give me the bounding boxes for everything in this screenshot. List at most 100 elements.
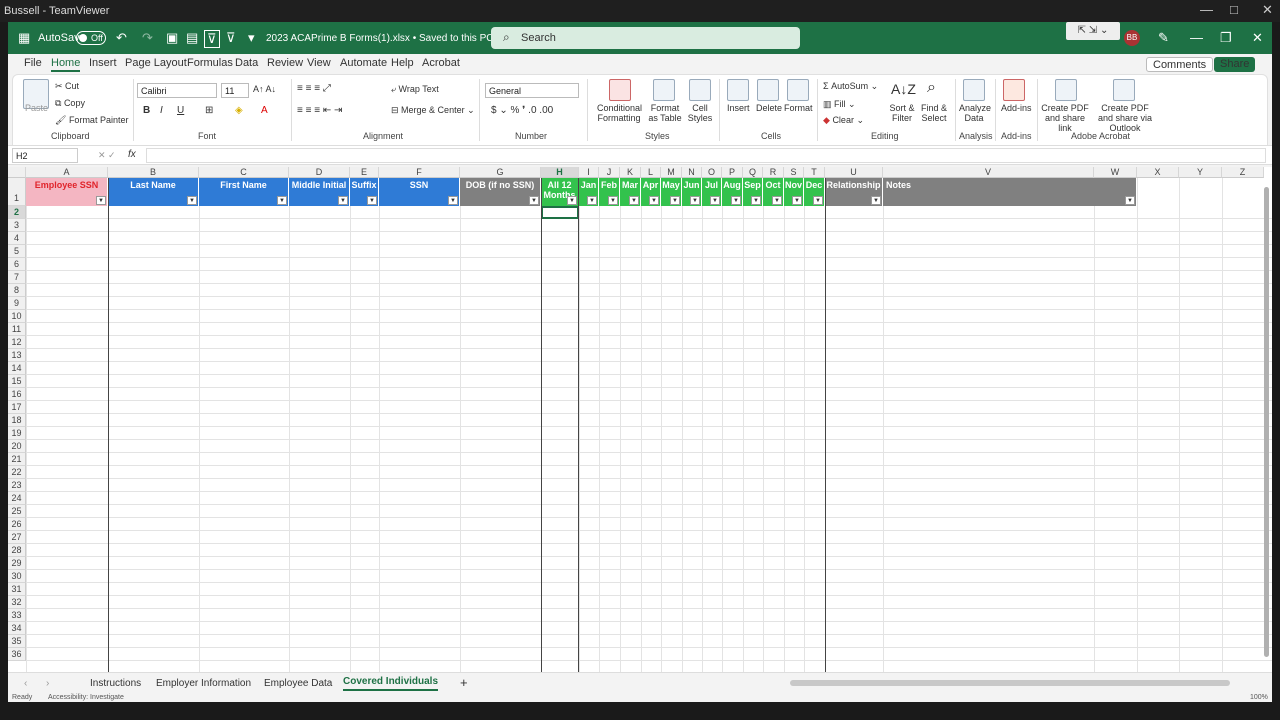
format-cells-icon[interactable] [787, 79, 809, 101]
conditional-formatting-button[interactable]: Conditional Formatting [597, 103, 642, 123]
table-row[interactable] [26, 583, 1272, 596]
row-header[interactable]: 6 [8, 258, 26, 271]
create-pdf-share-button[interactable]: Create PDF and share link [1039, 103, 1091, 133]
pdf-share-icon[interactable] [1055, 79, 1077, 101]
table-header-cell[interactable]: Middle Initial ▼ [289, 178, 350, 206]
autosave-toggle[interactable]: Off [76, 31, 106, 45]
tab-data[interactable]: Data [235, 57, 258, 69]
fill-button[interactable]: ▥ Fill ⌄ [823, 99, 856, 110]
form-icon[interactable]: ▤ [186, 30, 198, 46]
sort-filter-button[interactable]: Sort & Filter [887, 103, 917, 123]
format-painter-button[interactable]: 🖌 Format Painter [55, 115, 128, 126]
teamviewer-controls[interactable]: ⇱ ⇲ ⌄ [1066, 22, 1120, 40]
tab-automate[interactable]: Automate [340, 57, 387, 69]
row-header[interactable]: 26 [8, 518, 26, 531]
filter-dropdown-icon[interactable]: ▼ [367, 196, 377, 205]
table-header-cell[interactable]: SSN ▼ [379, 178, 460, 206]
table-row[interactable] [26, 570, 1272, 583]
fx-icon[interactable]: fx [128, 149, 136, 160]
number-format-select[interactable]: General [485, 83, 579, 98]
column-header[interactable]: M [661, 167, 682, 178]
row-header[interactable]: 8 [8, 284, 26, 297]
table-header-cell[interactable]: Relationship ▼ [825, 178, 883, 206]
table-row[interactable] [26, 414, 1272, 427]
column-header[interactable]: W [1094, 167, 1137, 178]
clear-filter-icon[interactable]: ⊽ [226, 30, 236, 46]
align-top-icons[interactable]: ≡ ≡ ≡ ⤢ [297, 83, 331, 94]
clear-button[interactable]: ◆ Clear ⌄ [823, 115, 864, 126]
conditional-formatting-icon[interactable] [609, 79, 631, 101]
restore-icon[interactable]: ❐ [1220, 30, 1232, 46]
column-header[interactable]: Z [1222, 167, 1264, 178]
filter-dropdown-icon[interactable]: ▼ [710, 196, 720, 205]
table-header-cell[interactable]: Apr ▼ [641, 178, 661, 206]
table-row[interactable] [26, 219, 1272, 232]
column-header[interactable]: Y [1179, 167, 1222, 178]
filter-dropdown-icon[interactable]: ▼ [871, 196, 881, 205]
row-header[interactable]: 10 [8, 310, 26, 323]
row-header[interactable]: 23 [8, 479, 26, 492]
table-header-cell[interactable]: Dec ▼ [804, 178, 825, 206]
undo-icon[interactable]: ↶ [116, 30, 127, 46]
add-sheet-button[interactable]: + [460, 675, 468, 690]
filter-dropdown-icon[interactable]: ▼ [587, 196, 597, 205]
column-header[interactable]: Q [743, 167, 763, 178]
table-row[interactable] [26, 245, 1272, 258]
filter-dropdown-icon[interactable]: ▼ [772, 196, 782, 205]
filter-dropdown-icon[interactable]: ▼ [1125, 196, 1135, 205]
bold-icon[interactable]: B [143, 105, 150, 116]
row-header[interactable]: 33 [8, 609, 26, 622]
filter-dropdown-icon[interactable]: ▼ [529, 196, 539, 205]
row-header[interactable]: 28 [8, 544, 26, 557]
tab-formulas[interactable]: Formulas [187, 57, 233, 69]
sort-filter-icon[interactable]: A↓Z [891, 81, 916, 97]
column-header[interactable]: C [199, 167, 289, 178]
row-header[interactable]: 22 [8, 466, 26, 479]
column-header[interactable]: G [460, 167, 541, 178]
addins-button[interactable]: Add-ins [1001, 103, 1032, 113]
filter-dropdown-icon[interactable]: ▼ [277, 196, 287, 205]
find-select-button[interactable]: Find & Select [919, 103, 949, 123]
copy-button[interactable]: ⧉ Copy [55, 98, 85, 109]
underline-icon[interactable]: U [177, 105, 184, 116]
row-header[interactable]: 34 [8, 622, 26, 635]
addins-icon[interactable] [1003, 79, 1025, 101]
table-row[interactable] [26, 622, 1272, 635]
paste-button[interactable]: Paste [25, 103, 48, 113]
filter-dropdown-icon[interactable]: ▼ [338, 196, 348, 205]
filter-dropdown-icon[interactable]: ▼ [690, 196, 700, 205]
tab-review[interactable]: Review [267, 57, 303, 69]
accessibility-status[interactable]: Accessibility: Investigate [48, 694, 124, 701]
cell-styles-icon[interactable] [689, 79, 711, 101]
table-row[interactable] [26, 323, 1272, 336]
filter-dropdown-icon[interactable]: ▼ [608, 196, 618, 205]
sheet-tab-employee-data[interactable]: Employee Data [264, 678, 332, 689]
filter-dropdown-icon[interactable]: ▼ [567, 196, 577, 205]
table-row[interactable] [26, 492, 1272, 505]
row-header[interactable]: 13 [8, 349, 26, 362]
column-header[interactable]: N [682, 167, 702, 178]
column-header[interactable]: L [641, 167, 661, 178]
filter-dropdown-icon[interactable]: ▼ [187, 196, 197, 205]
row-header[interactable]: 20 [8, 440, 26, 453]
row-header[interactable]: 1 [8, 178, 26, 206]
fill-color-icon[interactable]: ◈ [235, 105, 243, 116]
pen-icon[interactable]: ✎ [1158, 30, 1169, 46]
close-icon[interactable]: ✕ [1252, 30, 1263, 46]
column-header[interactable]: X [1137, 167, 1179, 178]
row-header[interactable]: 11 [8, 323, 26, 336]
find-icon[interactable]: ⌕ [927, 79, 936, 97]
column-header[interactable]: I [579, 167, 599, 178]
row-header[interactable]: 31 [8, 583, 26, 596]
row-header[interactable]: 29 [8, 557, 26, 570]
filter-dropdown-icon[interactable]: ▼ [813, 196, 823, 205]
table-header-cell[interactable]: DOB (if no SSN) ▼ [460, 178, 541, 206]
tab-file[interactable]: File [24, 57, 42, 69]
table-row[interactable] [26, 531, 1272, 544]
insert-cells-button[interactable]: Insert [727, 103, 750, 113]
table-row[interactable] [26, 284, 1272, 297]
prev-sheet-icon[interactable]: ‹ [24, 678, 27, 689]
table-row[interactable] [26, 505, 1272, 518]
format-cells-button[interactable]: Format [784, 103, 813, 113]
row-header[interactable]: 5 [8, 245, 26, 258]
